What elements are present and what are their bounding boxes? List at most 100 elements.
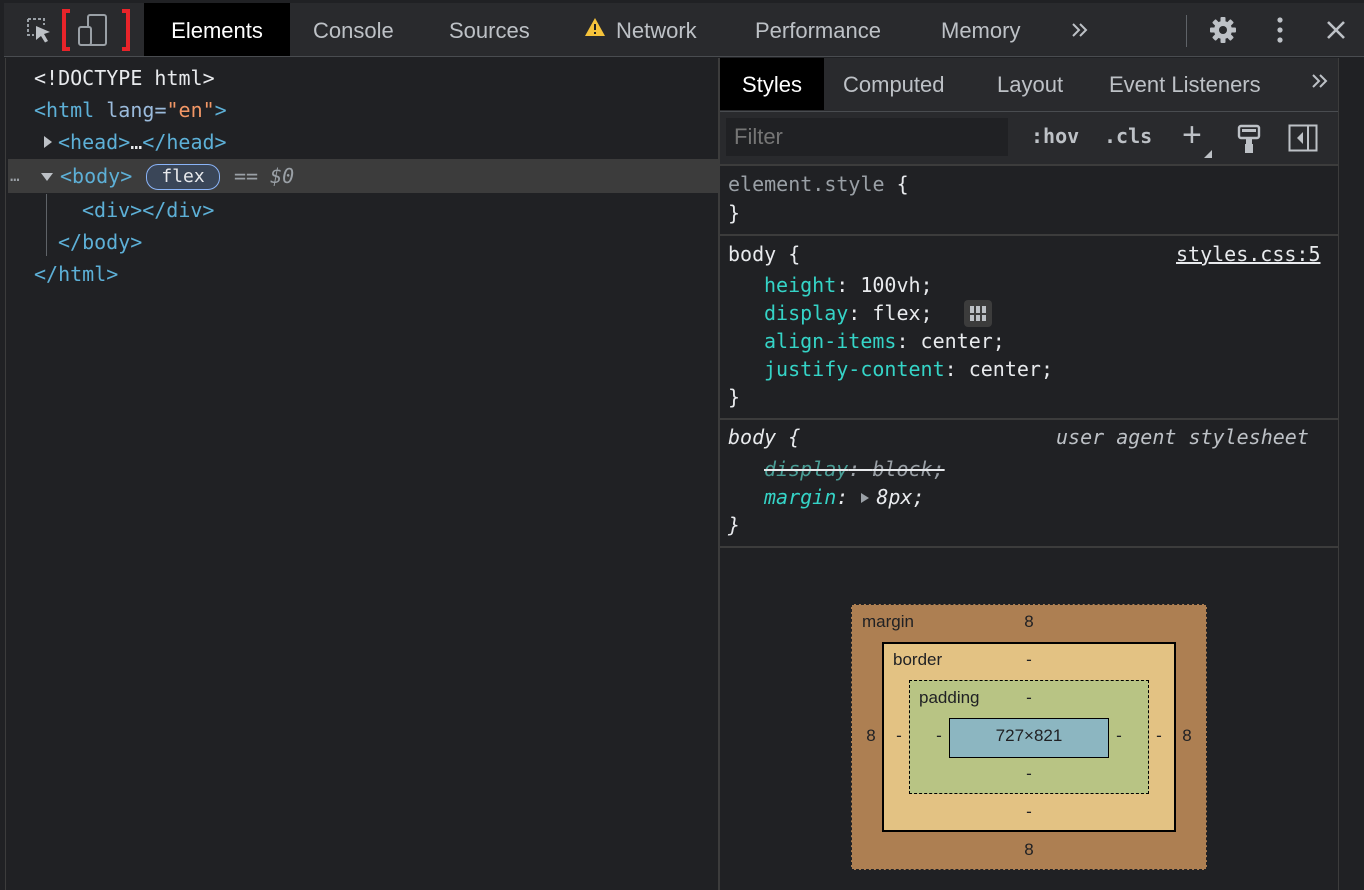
property-name: display xyxy=(764,301,849,325)
tab-console-label: Console xyxy=(313,18,394,43)
tab-elements-label: Elements xyxy=(171,18,263,43)
expand-shorthand-icon[interactable] xyxy=(860,483,876,511)
flexbox-editor-icon[interactable] xyxy=(964,300,992,327)
dom-html-open[interactable]: <html lang="en"> xyxy=(34,94,227,126)
tab-event-listeners[interactable]: Event Listeners xyxy=(1109,58,1261,110)
tab-performance-label: Performance xyxy=(755,18,881,43)
property-name: display xyxy=(764,457,849,481)
selected-node-marker: == $0 xyxy=(234,164,295,188)
tab-network[interactable]: Network xyxy=(584,3,697,56)
element-style-rule[interactable]: element.style { xyxy=(728,170,909,198)
html-tag-close: > xyxy=(214,98,227,122)
property-value: center; xyxy=(968,357,1054,381)
declaration-align-items[interactable]: align-items: center; xyxy=(764,327,1005,355)
dom-div[interactable]: <div></div> xyxy=(82,194,214,226)
dom-tree-panel: <!DOCTYPE html> <html lang="en"> <head>…… xyxy=(5,58,719,890)
property-value: flex; xyxy=(872,301,933,325)
border-right-value[interactable]: - xyxy=(1151,726,1167,746)
tab-console[interactable]: Console xyxy=(313,3,394,56)
new-rule-dropdown-icon[interactable] xyxy=(1204,150,1212,158)
stylesheet-source-link[interactable]: styles.css:5 xyxy=(1176,240,1321,268)
flex-badge[interactable]: flex xyxy=(146,164,220,190)
head-ellipsis: … xyxy=(130,130,143,154)
collapse-triangle-icon[interactable] xyxy=(40,160,60,192)
margin-left-value[interactable]: 8 xyxy=(861,726,881,746)
toggle-sidebar-icon[interactable] xyxy=(1288,124,1318,157)
declaration-margin[interactable]: margin: 8px; xyxy=(764,483,925,511)
paint-brush-icon[interactable] xyxy=(1236,124,1262,159)
border-left-value[interactable]: - xyxy=(891,726,907,746)
border-label: border xyxy=(893,650,943,669)
device-toolbar-icon[interactable] xyxy=(60,3,132,56)
declaration-height[interactable]: height: 100vh; xyxy=(764,271,933,299)
warning-icon xyxy=(584,2,606,57)
box-model-diagram: margin 8 8 8 8 border - - - - padding - … xyxy=(851,604,1207,870)
kebab-menu-icon[interactable] xyxy=(1268,3,1292,56)
body-selector: body xyxy=(728,242,777,266)
settings-gear-icon[interactable] xyxy=(1206,3,1240,56)
row-dots[interactable]: … xyxy=(10,160,20,192)
padding-left-value[interactable]: - xyxy=(931,726,947,746)
border-bottom-value[interactable]: - xyxy=(1019,802,1039,822)
property-name: height xyxy=(764,273,837,297)
border-top-value[interactable]: - xyxy=(1019,650,1039,670)
dom-html-close[interactable]: </html> xyxy=(34,258,118,290)
html-tag-name: <html xyxy=(34,98,95,122)
inspect-element-icon[interactable] xyxy=(22,3,56,56)
body-rule-selector[interactable]: body { xyxy=(728,240,800,268)
dom-body-close[interactable]: </body> xyxy=(58,226,142,258)
content-size-value: 727×821 xyxy=(995,726,1063,745)
close-brace: } xyxy=(728,385,741,409)
html-attr-name: lang xyxy=(106,98,155,122)
close-brace: } xyxy=(728,513,741,537)
ua-rule-selector[interactable]: body { xyxy=(728,423,800,451)
padding-right-value[interactable]: - xyxy=(1111,726,1127,746)
tab-sources[interactable]: Sources xyxy=(449,3,530,56)
rule-separator xyxy=(720,546,1338,548)
element-style-selector: element.style xyxy=(728,172,885,196)
tab-styles[interactable]: Styles xyxy=(720,58,824,110)
declaration-display[interactable]: display: flex; xyxy=(764,299,933,327)
head-open-tag: <head> xyxy=(58,130,131,154)
tab-elements[interactable]: Elements xyxy=(144,3,290,56)
margin-label: margin xyxy=(862,612,914,631)
margin-bottom-value[interactable]: 8 xyxy=(1019,840,1039,860)
styles-filter-input[interactable] xyxy=(726,118,1008,156)
tab-computed-label: Computed xyxy=(843,72,945,97)
double-chevron-right-icon[interactable] xyxy=(1310,72,1330,95)
ua-stylesheet-label: user agent stylesheet xyxy=(1056,425,1309,449)
tab-layout-label: Layout xyxy=(997,72,1064,97)
close-icon[interactable] xyxy=(1322,3,1350,56)
expand-triangle-icon[interactable] xyxy=(42,126,58,158)
padding-top-value[interactable]: - xyxy=(1019,688,1039,708)
devtools-toolbar: Elements Console Sources Network Perform… xyxy=(4,3,1364,57)
tab-memory-label: Memory xyxy=(941,18,1021,43)
declaration-justify-content[interactable]: justify-content: center; xyxy=(764,355,1053,383)
hov-button[interactable]: :hov xyxy=(1031,124,1079,148)
tab-network-label: Network xyxy=(616,18,697,43)
rule-separator xyxy=(720,418,1338,420)
dom-body-open[interactable]: <body> xyxy=(40,160,132,192)
tab-event-listeners-label: Event Listeners xyxy=(1109,72,1261,97)
double-chevron-right-icon[interactable] xyxy=(1066,3,1094,56)
padding-label: padding xyxy=(919,688,980,707)
property-value: block; xyxy=(872,457,945,481)
open-brace: { xyxy=(896,172,909,196)
property-value: center; xyxy=(920,329,1005,353)
styles-sidebar: Styles Computed Layout Event Listeners :… xyxy=(720,58,1338,890)
new-style-rule-button[interactable]: + xyxy=(1182,116,1202,155)
margin-top-value[interactable]: 8 xyxy=(1019,612,1039,632)
padding-bottom-value[interactable]: - xyxy=(1019,764,1039,784)
dom-head[interactable]: <head>…</head> xyxy=(42,126,227,158)
tab-layout[interactable]: Layout xyxy=(997,58,1063,110)
overridden-declaration-display[interactable]: display: block; xyxy=(764,455,945,483)
styles-scrollbar-gutter[interactable] xyxy=(1338,58,1364,890)
tab-performance[interactable]: Performance xyxy=(755,3,881,56)
cls-button[interactable]: .cls xyxy=(1104,124,1152,148)
tab-styles-label: Styles xyxy=(742,72,802,97)
html-attr-value: "en" xyxy=(166,98,215,122)
tab-computed[interactable]: Computed xyxy=(843,58,945,110)
margin-right-value[interactable]: 8 xyxy=(1177,726,1197,746)
tab-memory[interactable]: Memory xyxy=(941,3,1020,56)
dom-doctype[interactable]: <!DOCTYPE html> xyxy=(34,62,215,94)
